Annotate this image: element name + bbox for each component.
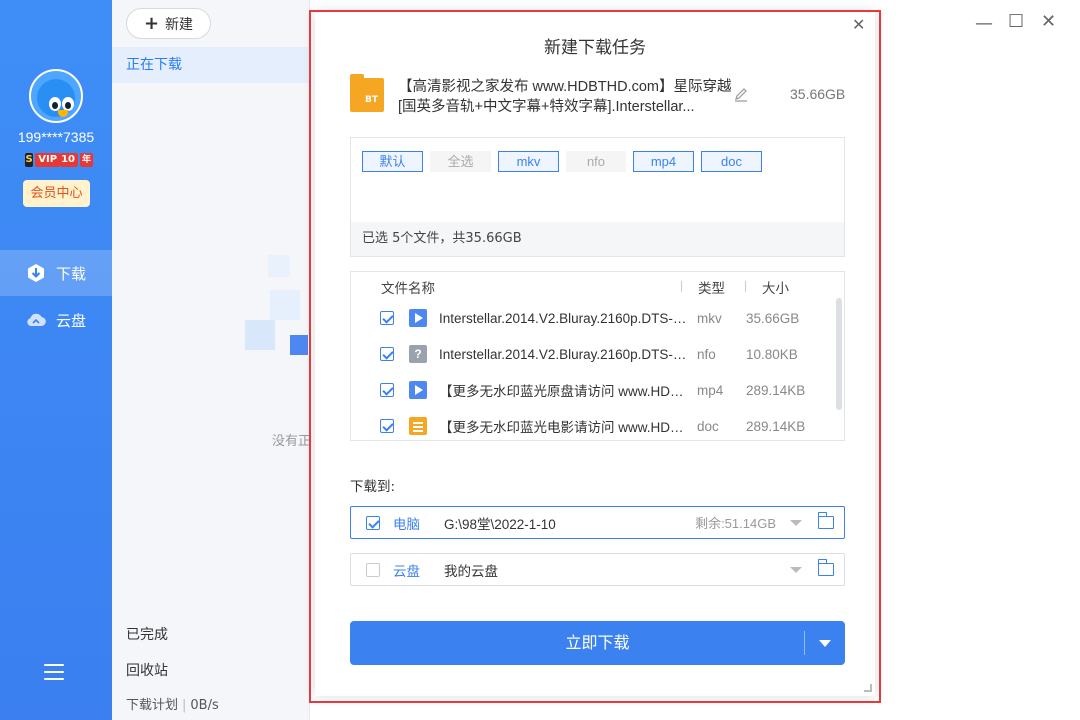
download-now-label: 立即下载 [565, 633, 630, 652]
dest-pc-path[interactable]: G:\98堂\2022-1-10 [444, 513, 556, 533]
file-size: 289.14KB [746, 382, 806, 398]
file-checkbox[interactable] [380, 347, 394, 361]
bird-face [37, 79, 75, 117]
dest-pc[interactable]: 电脑 G:\98堂\2022-1-10 剩余:51.14GB [350, 506, 845, 539]
vip-s-icon: S [25, 152, 34, 167]
filter-tags: 默认 全选 mkv nfo mp4 doc [362, 151, 769, 172]
torrent-name: 【高清影视之家发布 www.HDBTHD.com】星际穿越[国英多音轨+中文字幕… [398, 79, 732, 115]
resize-grip-icon[interactable] [864, 684, 872, 692]
unknown-file-icon: ? [409, 345, 427, 363]
file-row[interactable]: 【更多无水印蓝光电影请访问 www.HDBTHD.com】 doc 289.14… [380, 415, 820, 437]
file-row[interactable]: ? Interstellar.2014.V2.Bluray.2160p.DTS-… [380, 343, 820, 365]
file-size: 10.80KB [746, 346, 798, 362]
filter-doc[interactable]: doc [701, 151, 762, 172]
file-name: Interstellar.2014.V2.Bluray.2160p.DTS-HD… [439, 310, 687, 326]
file-type: nfo [697, 346, 716, 362]
download-plan[interactable]: 下载计划 | 0B/s [126, 694, 219, 713]
file-name: Interstellar.2014.V2.Bluray.2160p.DTS-HD… [439, 346, 687, 362]
column-name: 文件名称 [381, 281, 435, 297]
selected-info: 已选 5个文件，共35.66GB [351, 222, 844, 256]
nav-download-label: 下载 [56, 264, 87, 283]
file-list-scrollbar[interactable] [836, 298, 842, 410]
avatar[interactable] [29, 69, 83, 123]
username: 199****7385 [17, 129, 95, 145]
chevron-down-icon[interactable] [790, 520, 802, 526]
folder-icon[interactable] [817, 512, 834, 529]
filter-select-all[interactable]: 全选 [430, 151, 491, 172]
vip-label: VIP [35, 152, 61, 167]
maximize-icon[interactable]: ☐ [1008, 11, 1024, 32]
video-file-icon [409, 381, 427, 399]
empty-state-text: 没有正在下载的任务 [272, 434, 312, 449]
member-center-button[interactable]: 会员中心 [23, 180, 90, 207]
minimize-icon[interactable]: — [975, 13, 993, 34]
filter-nfo[interactable]: nfo [566, 151, 626, 172]
download-icon [28, 264, 44, 282]
download-plan-label: 下载计划 [126, 698, 179, 713]
vip-badge: S VIP 10 年 [25, 152, 93, 167]
column-size: 大小 [762, 281, 789, 297]
dest-pc-free: 剩余:51.14GB [695, 516, 776, 531]
new-task-button[interactable]: + 新建 [126, 8, 211, 39]
download-to-label: 下载到: [350, 479, 396, 495]
filter-mp4[interactable]: mp4 [633, 151, 694, 172]
file-name: 【更多无水印蓝光原盘请访问 www.HDBTHD.com】 [439, 384, 687, 399]
column-type: 类型 [698, 281, 725, 297]
file-type: doc [697, 418, 719, 434]
dialog-title: 新建下载任务 [544, 38, 646, 58]
file-checkbox[interactable] [380, 311, 394, 325]
category-recycle[interactable]: 回收站 [126, 660, 168, 680]
category-downloading[interactable]: 正在下载 [112, 47, 310, 83]
dest-cloud[interactable]: 云盘 我的云盘 [350, 553, 845, 586]
vip-level: 10 [60, 152, 78, 167]
dest-pc-checkbox[interactable] [366, 515, 380, 530]
plus-icon: + [143, 13, 160, 34]
download-speed: 0B/s [190, 698, 219, 713]
doc-file-icon [409, 417, 427, 435]
dialog-close-icon[interactable]: ✕ [852, 15, 865, 34]
sidebar: 199****7385 S VIP 10 年 会员中心 下载 云盘 [0, 0, 112, 720]
filter-mkv[interactable]: mkv [498, 151, 559, 172]
close-window-icon[interactable]: ✕ [1041, 11, 1056, 32]
cloud-icon [27, 313, 46, 327]
video-file-icon [409, 309, 427, 327]
nav-cloud[interactable]: 云盘 [0, 297, 112, 343]
menu-icon[interactable] [44, 664, 64, 680]
vip-year: 年 [79, 152, 93, 167]
dest-cloud-checkbox[interactable] [366, 562, 380, 577]
nav-cloud-label: 云盘 [56, 311, 87, 330]
new-task-label: 新建 [165, 16, 194, 33]
bt-file-icon: BT [350, 74, 384, 112]
file-name: 【更多无水印蓝光电影请访问 www.HDBTHD.com】 [439, 420, 687, 435]
folder-icon[interactable] [817, 559, 834, 576]
download-now-button[interactable]: 立即下载 [350, 621, 845, 665]
dest-cloud-path[interactable]: 我的云盘 [444, 560, 498, 580]
dest-pc-kind: 电脑 [393, 516, 420, 533]
file-checkbox[interactable] [380, 383, 394, 397]
chevron-down-icon[interactable] [790, 567, 802, 573]
file-type: mp4 [697, 382, 724, 398]
empty-illustration [245, 255, 308, 355]
file-type: mkv [697, 310, 722, 326]
edit-icon[interactable] [733, 87, 749, 103]
total-size: 35.66GB [790, 86, 846, 102]
file-row[interactable]: 【更多无水印蓝光原盘请访问 www.HDBTHD.com】 mp4 289.14… [380, 379, 820, 401]
category-completed[interactable]: 已完成 [126, 624, 168, 644]
dropdown-arrow-icon[interactable] [819, 640, 831, 647]
file-size: 289.14KB [746, 418, 806, 434]
filter-default[interactable]: 默认 [362, 151, 423, 172]
nav-download[interactable]: 下载 [0, 250, 112, 296]
file-checkbox[interactable] [380, 419, 394, 433]
dest-cloud-kind: 云盘 [393, 563, 420, 580]
category-panel: + 新建 正在下载 已完成 回收站 下载计划 | 0B/s [112, 0, 310, 720]
file-size: 35.66GB [746, 310, 800, 326]
file-row[interactable]: Interstellar.2014.V2.Bluray.2160p.DTS-HD… [380, 307, 820, 329]
